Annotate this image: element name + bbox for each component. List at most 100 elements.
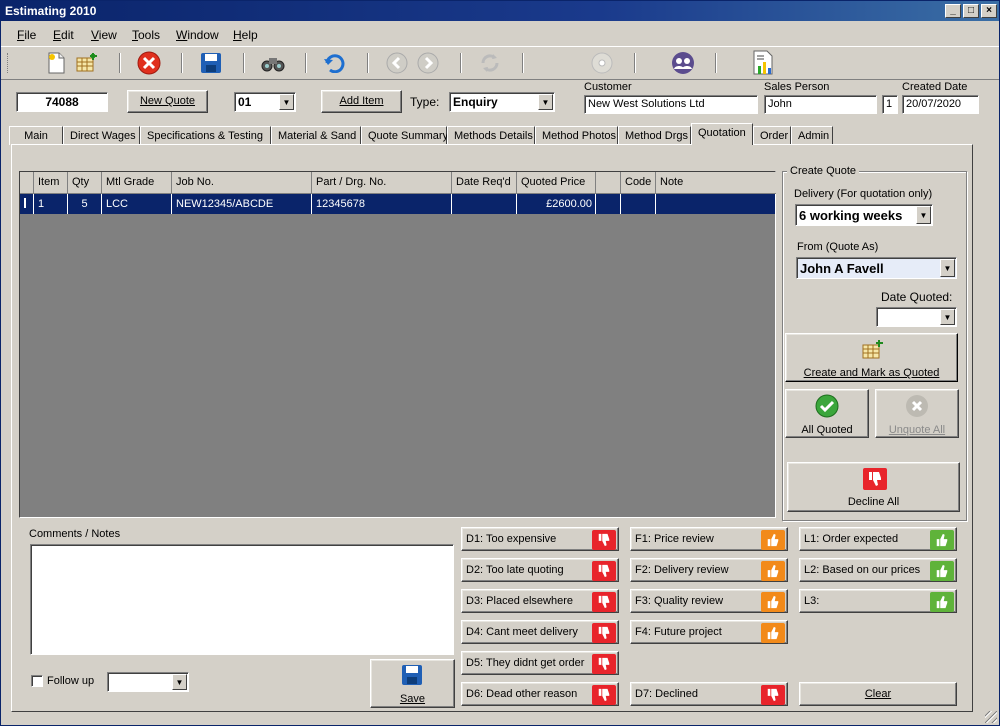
menu-help[interactable]: Help [233,28,258,42]
chevron-down-icon[interactable]: ▼ [940,259,955,277]
created-date-field[interactable]: 20/07/2020 [902,95,979,114]
follow-up-date-select[interactable]: ▼ [107,672,189,692]
tab-quotation[interactable]: Quotation [691,123,753,145]
thumbs-up-icon [761,530,785,550]
tab-main[interactable]: Main [9,126,63,145]
chevron-down-icon[interactable]: ▼ [279,94,294,110]
table-row-cell-item[interactable]: 1 [34,194,68,214]
comments-textarea[interactable] [30,544,454,655]
quote-number-field[interactable]: 74088 [16,92,108,112]
reason-d1-button[interactable]: D1: Too expensive [461,527,619,551]
table-row-cell-job-no[interactable]: NEW12345/ABCDE [172,194,312,214]
column-header-qty[interactable]: Qty [68,172,102,194]
date-quoted-select[interactable]: ▼ [876,307,957,327]
tab-quote-summary[interactable]: Quote Summary [361,126,448,145]
save-button[interactable]: Save [370,659,455,708]
tab-methods-details[interactable]: Methods Details [447,126,535,145]
column-header-quoted-price[interactable]: Quoted Price [517,172,596,194]
tab-method-drgs[interactable]: Method Drgs [618,126,691,145]
menu-tools[interactable]: Tools [132,28,160,42]
column-header-date-reqd[interactable]: Date Req'd [452,172,517,194]
reason-f4-button[interactable]: F4: Future project [630,620,788,644]
comments-label: Comments / Notes [29,528,121,540]
type-select[interactable]: Enquiry ▼ [449,92,555,112]
new-document-icon[interactable] [43,50,69,76]
binoculars-icon[interactable] [260,50,286,76]
table-row-cell-part-drg-no[interactable]: 12345678 [312,194,452,214]
table-row-cell-quoted-price[interactable]: £2600.00 [517,194,596,214]
column-header-code[interactable]: Code [621,172,656,194]
decline-all-button[interactable]: Decline All [787,462,960,512]
toolbar-grip[interactable] [7,53,10,73]
tab-order[interactable]: Order [753,126,791,145]
reason-f1-button[interactable]: F1: Price review [630,527,788,551]
reason-l3-label: L3: [804,595,820,607]
cancel-icon[interactable] [136,50,162,76]
tab-specifications-testing[interactable]: Specifications & Testing [140,126,271,145]
reason-l3-button[interactable]: L3: [799,589,957,613]
reason-d4-button[interactable]: D4: Cant meet delivery [461,620,619,644]
delivery-select[interactable]: 6 working weeks ▼ [795,204,933,226]
menu-window[interactable]: Window [176,28,219,42]
column-header-job-no[interactable]: Job No. [172,172,312,194]
customer-field[interactable]: New West Solutions Ltd [584,95,758,114]
tab-method-photos[interactable]: Method Photos [535,126,618,145]
menu-bar: File Edit View Tools Window Help [1,23,999,45]
revision-select[interactable]: 01 ▼ [234,92,296,112]
report-icon[interactable] [751,50,777,76]
column-header-item[interactable]: Item [34,172,68,194]
menu-view[interactable]: View [91,28,117,42]
table-row-cell-date-reqd[interactable] [452,194,517,214]
type-label: Type: [410,95,440,109]
table-row-cell-code[interactable] [621,194,656,214]
chevron-down-icon[interactable]: ▼ [916,206,931,224]
from-select[interactable]: John A Favell ▼ [796,257,957,279]
sales-person-code-field[interactable]: 1 [882,95,898,114]
reason-d7-button[interactable]: D7: Declined [630,682,788,706]
table-row-cell-mtl-grade[interactable]: LCC [102,194,172,214]
thumbs-down-icon [592,561,616,581]
users-icon[interactable] [670,50,696,76]
reason-l1-button[interactable]: L1: Order expected [799,527,957,551]
reason-d3-button[interactable]: D3: Placed elsewhere [461,589,619,613]
tab-admin[interactable]: Admin [791,126,833,145]
chevron-down-icon[interactable]: ▼ [172,674,187,690]
column-header-part-drg-no[interactable]: Part / Drg. No. [312,172,452,194]
reason-l2-button[interactable]: L2: Based on our prices [799,558,957,582]
unquote-all-button[interactable]: Unquote All [875,389,959,438]
table-row-cell-qty[interactable]: 5 [68,194,102,214]
close-window-button[interactable]: × [981,4,997,18]
tab-direct-wages[interactable]: Direct Wages [63,126,140,145]
column-header-mtl-grade[interactable]: Mtl Grade [102,172,172,194]
menu-file[interactable]: File [17,28,36,42]
maximize-button[interactable]: □ [963,4,979,18]
all-quoted-button[interactable]: All Quoted [785,389,869,438]
quote-items-grid[interactable]: Item Qty Mtl Grade Job No. Part / Drg. N… [19,171,776,518]
thumbs-down-icon [592,530,616,550]
reason-d5-button[interactable]: D5: They didnt get order [461,651,619,675]
save-icon[interactable] [198,50,224,76]
new-quote-button[interactable]: New Quote [127,90,208,113]
tab-material-sand[interactable]: Material & Sand [271,126,361,145]
sales-person-field[interactable]: John [764,95,877,114]
row-selector[interactable] [20,194,34,214]
reason-f2-button[interactable]: F2: Delivery review [630,558,788,582]
reason-d6-button[interactable]: D6: Dead other reason [461,682,619,706]
resize-grip[interactable] [985,711,997,723]
chevron-down-icon[interactable]: ▼ [940,309,955,325]
column-header-note[interactable]: Note [656,172,776,194]
column-header-blank[interactable] [596,172,621,194]
create-mark-quoted-button[interactable]: Create and Mark as Quoted [785,333,958,382]
table-row-cell-note[interactable] [656,194,775,214]
clear-button[interactable]: Clear [799,682,957,706]
chevron-down-icon[interactable]: ▼ [538,94,553,110]
follow-up-checkbox[interactable] [31,675,43,687]
undo-icon[interactable] [322,50,348,76]
add-table-icon[interactable] [74,50,100,76]
table-row-cell-blank[interactable] [596,194,621,214]
minimize-button[interactable]: _ [945,4,961,18]
reason-d2-button[interactable]: D2: Too late quoting [461,558,619,582]
reason-f3-button[interactable]: F3: Quality review [630,589,788,613]
add-item-button[interactable]: Add Item [321,90,402,113]
menu-edit[interactable]: Edit [53,28,74,42]
